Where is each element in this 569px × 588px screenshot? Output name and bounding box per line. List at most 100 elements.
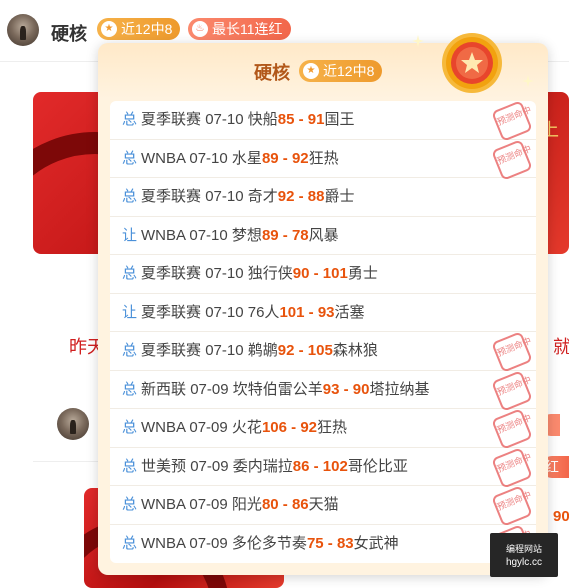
site-watermark: 编程网站 hgylc.cc — [490, 533, 558, 577]
away-score: 101 — [322, 265, 348, 282]
away-team: 爵士 — [324, 188, 355, 205]
away-score: 102 — [322, 457, 348, 475]
match-date: 07-10 — [205, 188, 244, 205]
streak-badge[interactable]: ♨ 最长11连红 — [188, 18, 291, 40]
league-label: 夏季联赛 — [141, 265, 202, 282]
match-date: 07-10 — [205, 303, 244, 321]
score-separator: - — [294, 188, 308, 205]
away-team: 女武神 — [353, 534, 399, 552]
match-date: 07-10 — [189, 226, 228, 244]
score-separator: - — [339, 380, 353, 398]
prediction-row[interactable]: 总夏季联赛 07-10 独行侠90 - 101勇士 — [110, 255, 536, 294]
bet-type-label: 让 — [122, 303, 138, 321]
away-team: 风暴 — [308, 226, 339, 244]
league-label: 夏季联赛 — [141, 111, 202, 128]
match-date: 07-10 — [189, 149, 228, 167]
prediction-row[interactable]: 总世美预 07-09 委内瑞拉86 - 102哥伦比亚 预测命中 — [110, 446, 536, 489]
score-fragment: 90 — [553, 508, 569, 525]
prediction-hit-stamp: 预测命中 — [491, 138, 533, 181]
prediction-hit-stamp: 预测命中 — [491, 485, 533, 527]
prediction-hit-stamp: 预测命中 — [491, 101, 533, 142]
league-label: WNBA — [141, 149, 186, 167]
score-separator: - — [304, 303, 318, 321]
home-team: 奇才 — [247, 188, 278, 205]
prediction-row[interactable]: 总 WNBA 07-09 火花106 - 92狂热 预测命中 — [110, 408, 536, 450]
away-score: 88 — [307, 188, 325, 205]
bet-type-label: 让 — [122, 226, 138, 244]
home-score: 93 — [322, 380, 340, 398]
league-label: 夏季联赛 — [141, 303, 202, 321]
score-separator: - — [323, 534, 337, 552]
score-separator: - — [278, 149, 292, 167]
league-label: WNBA — [141, 226, 186, 244]
match-date: 07-10 — [205, 265, 244, 282]
prediction-row[interactable]: 总夏季联赛 07-10 快船85 - 91国王 预测命中 — [110, 101, 536, 142]
prediction-row[interactable]: 总夏季联赛 07-10 鹈鹕92 - 105森林狼 预测命中 — [110, 331, 536, 373]
bet-type-label: 总 — [122, 265, 138, 282]
match-date: 07-09 — [189, 419, 228, 436]
popup-title: 硬核 — [254, 63, 290, 83]
away-score: 92 — [291, 149, 309, 167]
home-score: 90 — [292, 265, 310, 282]
home-team: 水星 — [231, 149, 262, 167]
away-score: 92 — [300, 419, 317, 436]
prediction-row[interactable]: 总WNBA 07-09 多伦多节奏75 - 83女武神预测命中 — [110, 523, 536, 563]
popup-win-rate-badge: ★ 近12中8 — [299, 60, 383, 82]
star-icon: ★ — [101, 21, 117, 37]
author-avatar[interactable] — [57, 408, 89, 440]
win-rate-badge[interactable]: ★ 近12中8 — [97, 18, 181, 40]
prediction-hit-stamp: 预测命中 — [491, 331, 533, 373]
bet-type-label: 总 — [122, 534, 138, 552]
home-team: 火花 — [231, 419, 262, 436]
away-team: 哥伦比亚 — [347, 457, 408, 475]
home-score: 86 — [292, 457, 310, 475]
match-date: 07-09 — [189, 496, 228, 513]
score-separator: - — [294, 342, 308, 359]
popup-win-rate-label: 近12中8 — [323, 63, 375, 79]
home-score: 92 — [277, 342, 295, 359]
prediction-list: 总夏季联赛 07-10 快船85 - 91国王 预测命中总 WNBA 07-10 水… — [110, 101, 536, 563]
prediction-record-popup: 硬核 ★ 近12中8 总夏季联赛 07-10 快船85 - 91国王 预测命中总 W… — [98, 33, 548, 575]
score-separator: - — [278, 226, 292, 244]
away-score: 91 — [307, 111, 325, 128]
match-date: 07-09 — [190, 380, 229, 398]
match-date: 07-10 — [205, 342, 244, 359]
bet-type-label: 总 — [122, 380, 138, 398]
home-score: 89 — [261, 149, 279, 167]
home-score: 75 — [306, 534, 324, 552]
avatar[interactable] — [7, 14, 39, 46]
expert-name[interactable]: 硬核 — [51, 20, 87, 46]
league-label: WNBA — [141, 534, 186, 552]
prediction-row[interactable]: 总 WNBA 07-09 阳光80 - 86天猫 预测命中 — [110, 485, 536, 527]
home-score: 89 — [261, 226, 279, 244]
home-score: 106 — [261, 419, 287, 436]
away-team: 狂热 — [317, 419, 348, 436]
home-team: 多伦多节奏 — [231, 534, 307, 552]
away-score: 78 — [291, 226, 309, 244]
prediction-row[interactable]: 总夏季联赛 07-10 奇才92 - 88爵士 — [110, 178, 536, 217]
prediction-row[interactable]: 总新西联 07-09 坎特伯雷公羊93 - 90塔拉纳基 预测命中 — [110, 369, 536, 412]
bet-type-label: 总 — [122, 111, 138, 128]
home-team: 阳光 — [231, 496, 262, 513]
home-team: 快船 — [247, 111, 278, 128]
prediction-row[interactable]: 总 WNBA 07-10 水星89 - 92狂热 预测命中 — [110, 138, 536, 181]
prediction-hit-stamp: 预测命中 — [491, 369, 533, 412]
away-team: 勇士 — [347, 265, 378, 282]
home-team: 委内瑞拉 — [232, 457, 293, 475]
away-team: 活塞 — [334, 303, 365, 321]
prediction-row[interactable]: 让 WNBA 07-10 梦想89 - 78风暴 — [110, 217, 536, 255]
away-team: 塔拉纳基 — [369, 380, 430, 398]
home-team: 坎特伯雷公羊 — [232, 380, 323, 398]
flame-icon: ♨ — [192, 21, 208, 37]
away-team: 森林狼 — [332, 342, 378, 359]
prediction-row[interactable]: 让夏季联赛 07-10 76人101 - 93活塞 — [110, 294, 536, 332]
score-separator: - — [286, 419, 301, 436]
away-team: 天猫 — [308, 496, 339, 513]
league-label: WNBA — [141, 419, 186, 436]
away-score: 86 — [291, 496, 309, 513]
match-date: 07-09 — [190, 457, 229, 475]
home-team: 鹈鹕 — [247, 342, 278, 359]
match-date: 07-09 — [189, 534, 228, 552]
league-label: 世美预 — [141, 457, 187, 475]
bet-type-label: 总 — [122, 342, 138, 359]
